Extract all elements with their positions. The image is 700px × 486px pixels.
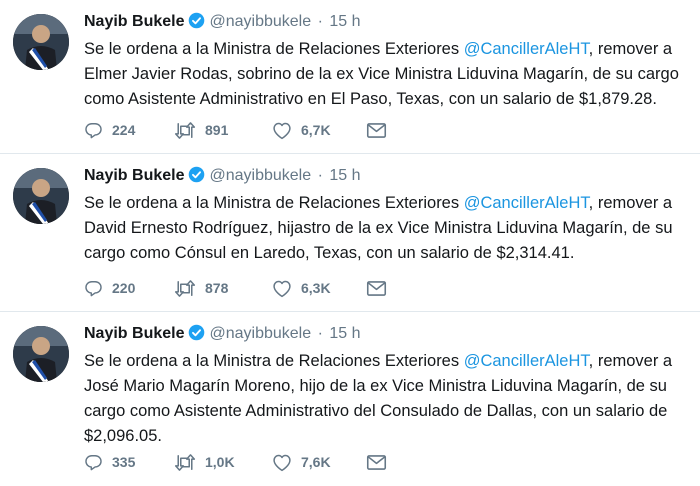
tweet-text-start: Se le ordena a la Ministra de Relaciones… <box>84 40 464 58</box>
retweet-count: 878 <box>205 280 229 296</box>
reply-icon <box>84 121 103 140</box>
avatar[interactable] <box>13 14 69 70</box>
reply-button[interactable]: 220 <box>84 279 174 298</box>
tweet-text-start: Se le ordena a la Ministra de Relaciones… <box>84 194 464 212</box>
retweet-icon <box>174 279 196 298</box>
heart-icon <box>272 453 292 472</box>
avatar[interactable] <box>13 326 69 382</box>
direct-message-icon <box>366 280 387 297</box>
mention-link[interactable]: @CancillerAleHT <box>464 40 589 58</box>
retweet-icon <box>174 121 196 140</box>
like-count: 7,6K <box>301 454 331 470</box>
heart-icon <box>272 279 292 298</box>
reply-count: 220 <box>112 280 136 296</box>
tweet-actions: 335 1,0K 7,6K <box>84 452 387 472</box>
tweet-header: Nayib Bukele @nayibbukele · 15 h <box>84 322 692 346</box>
direct-message-button[interactable] <box>366 454 387 471</box>
verified-badge-icon <box>188 166 205 191</box>
tweet-header: Nayib Bukele @nayibbukele · 15 h <box>84 10 692 34</box>
reply-count: 224 <box>112 122 136 138</box>
tweet[interactable]: Nayib Bukele @nayibbukele · 15 h Se le or… <box>0 154 700 312</box>
retweet-icon <box>174 453 196 472</box>
retweet-button[interactable]: 1,0K <box>174 453 272 472</box>
timestamp[interactable]: 15 h <box>329 167 360 184</box>
timestamp[interactable]: 15 h <box>329 325 360 342</box>
timestamp[interactable]: 15 h <box>329 13 360 30</box>
tweet-feed: Nayib Bukele @nayibbukele · 15 h Se le or… <box>0 0 700 486</box>
tweet-text: Se le ordena a la Ministra de Relaciones… <box>84 191 692 266</box>
direct-message-button[interactable] <box>366 122 387 139</box>
tweet[interactable]: Nayib Bukele @nayibbukele · 15 h Se le or… <box>0 312 700 486</box>
reply-icon <box>84 279 103 298</box>
display-name[interactable]: Nayib Bukele <box>84 325 184 342</box>
reply-icon <box>84 453 103 472</box>
mention-link[interactable]: @CancillerAleHT <box>464 194 589 212</box>
tweet-text: Se le ordena a la Ministra de Relaciones… <box>84 349 692 449</box>
user-handle[interactable]: @nayibbukele <box>209 167 311 184</box>
display-name[interactable]: Nayib Bukele <box>84 167 184 184</box>
separator-dot: · <box>317 13 323 30</box>
like-button[interactable]: 7,6K <box>272 453 366 472</box>
tweet-actions: 220 878 6,3K <box>84 278 387 298</box>
verified-badge-icon <box>188 324 205 349</box>
direct-message-icon <box>366 454 387 471</box>
separator-dot: · <box>317 325 323 342</box>
tweet-actions: 224 891 6,7K <box>84 120 387 140</box>
direct-message-button[interactable] <box>366 280 387 297</box>
user-handle[interactable]: @nayibbukele <box>209 325 311 342</box>
reply-button[interactable]: 335 <box>84 453 174 472</box>
retweet-button[interactable]: 891 <box>174 121 272 140</box>
avatar[interactable] <box>13 168 69 224</box>
like-button[interactable]: 6,7K <box>272 121 366 140</box>
heart-icon <box>272 121 292 140</box>
reply-count: 335 <box>112 454 136 470</box>
separator-dot: · <box>317 167 323 184</box>
retweet-button[interactable]: 878 <box>174 279 272 298</box>
like-button[interactable]: 6,3K <box>272 279 366 298</box>
retweet-count: 891 <box>205 122 229 138</box>
mention-link[interactable]: @CancillerAleHT <box>464 352 589 370</box>
reply-button[interactable]: 224 <box>84 121 174 140</box>
tweet[interactable]: Nayib Bukele @nayibbukele · 15 h Se le or… <box>0 0 700 154</box>
user-handle[interactable]: @nayibbukele <box>209 13 311 30</box>
direct-message-icon <box>366 122 387 139</box>
display-name[interactable]: Nayib Bukele <box>84 13 184 30</box>
verified-badge-icon <box>188 12 205 37</box>
retweet-count: 1,0K <box>205 454 235 470</box>
like-count: 6,3K <box>301 280 331 296</box>
tweet-header: Nayib Bukele @nayibbukele · 15 h <box>84 164 692 188</box>
tweet-text-start: Se le ordena a la Ministra de Relaciones… <box>84 352 464 370</box>
like-count: 6,7K <box>301 122 331 138</box>
tweet-text: Se le ordena a la Ministra de Relaciones… <box>84 37 692 112</box>
